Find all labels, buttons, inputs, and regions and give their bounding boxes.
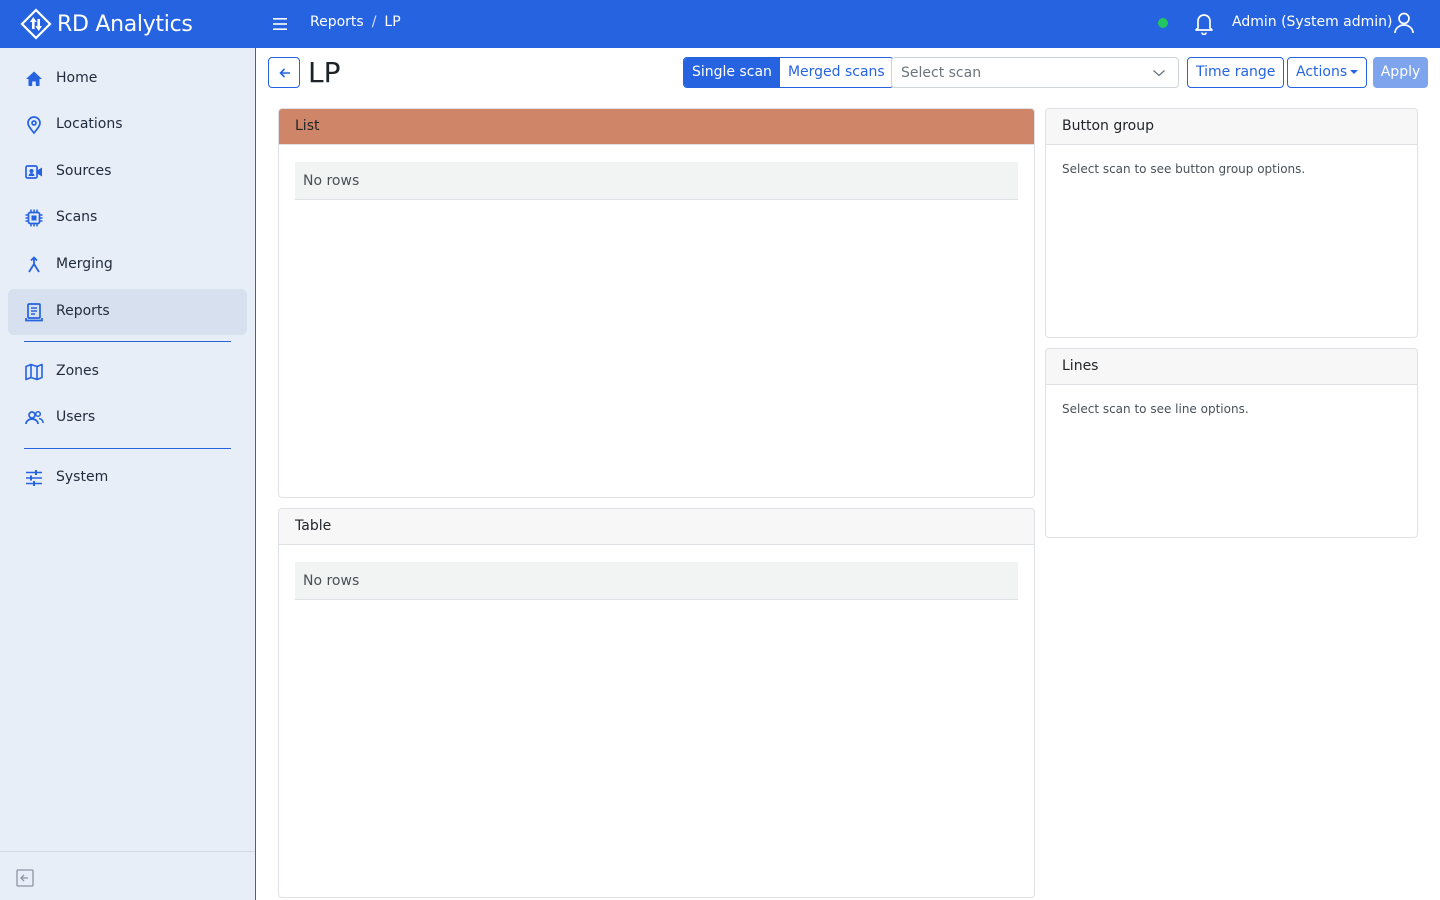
map-pin-icon [27, 116, 41, 135]
chevron-down-icon [1153, 70, 1165, 77]
menu-icon[interactable] [270, 14, 290, 34]
chip-icon [25, 209, 43, 227]
list-card-title: List [279, 109, 1034, 145]
brand-name: RD Analytics [57, 11, 193, 37]
sidebar-item-scans[interactable]: Scans [8, 195, 247, 241]
merge-icon [28, 256, 40, 273]
sidebar-item-users[interactable]: Users [8, 395, 247, 441]
sidebar: Home Locations Sources Scans Merging Rep… [0, 48, 256, 900]
sidebar-item-label: Scans [56, 209, 98, 225]
user-icon[interactable] [1393, 11, 1415, 35]
sidebar-item-label: Sources [56, 163, 112, 179]
sidebar-item-label: Zones [56, 363, 99, 379]
map-icon [25, 363, 43, 381]
report-icon [25, 303, 43, 322]
connection-status-dot [1158, 18, 1168, 28]
scan-mode-toggle: Single scan Merged scans [683, 57, 894, 88]
back-button[interactable] [268, 57, 300, 88]
table-card: Table No rows [278, 508, 1035, 898]
sidebar-item-reports[interactable]: Reports [8, 289, 247, 335]
sidebar-item-label: Home [56, 70, 98, 86]
breadcrumb: Reports / LP [310, 14, 401, 30]
arrow-left-icon [279, 68, 290, 78]
breadcrumb-separator: / [371, 14, 377, 30]
scan-select-placeholder: Select scan [901, 65, 982, 81]
button-group-card: Button group Select scan to see button g… [1045, 108, 1418, 338]
top-bar: RD Analytics Reports / LP Admin (System … [0, 0, 1440, 48]
breadcrumb-reports[interactable]: Reports [310, 14, 364, 30]
breadcrumb-current: LP [384, 14, 401, 30]
camera-icon [25, 165, 42, 179]
list-card: List No rows [278, 108, 1035, 498]
users-icon [25, 410, 44, 425]
caret-down-icon [1350, 70, 1359, 74]
time-range-button[interactable]: Time range [1187, 57, 1285, 88]
sidebar-item-merging[interactable]: Merging [8, 242, 247, 288]
lines-message: Select scan to see line options. [1062, 402, 1249, 416]
sidebar-item-locations[interactable]: Locations [8, 102, 247, 148]
table-empty-row: No rows [295, 562, 1018, 600]
lines-card-title: Lines [1046, 349, 1417, 385]
brand-logo-icon [20, 8, 52, 40]
bell-icon[interactable] [1193, 11, 1215, 35]
actions-dropdown[interactable]: Actions [1287, 57, 1368, 88]
user-name[interactable]: Admin (System admin) [1232, 14, 1393, 30]
list-empty-row: No rows [295, 162, 1018, 200]
lines-card: Lines Select scan to see line options. [1045, 348, 1418, 538]
sidebar-divider [24, 341, 231, 342]
sidebar-item-label: Locations [56, 116, 123, 132]
sidebar-item-sources[interactable]: Sources [8, 149, 247, 195]
page-title: LP [308, 56, 341, 89]
sidebar-item-label: Merging [56, 256, 113, 272]
button-group-message: Select scan to see button group options. [1062, 162, 1306, 176]
sidebar-item-system[interactable]: System [8, 455, 247, 501]
sidebar-item-label: Users [56, 409, 96, 425]
scan-select[interactable]: Select scan [891, 57, 1179, 88]
time-range-label: Time range [1196, 64, 1276, 80]
sidebar-footer [0, 851, 255, 900]
merged-scans-button[interactable]: Merged scans [779, 58, 893, 87]
collapse-sidebar-icon[interactable] [16, 869, 34, 887]
single-scan-button[interactable]: Single scan [684, 58, 780, 87]
sidebar-item-home[interactable]: Home [8, 56, 247, 102]
button-group-card-title: Button group [1046, 109, 1417, 145]
home-icon [26, 71, 42, 86]
brand[interactable]: RD Analytics [20, 8, 193, 40]
sidebar-item-zones[interactable]: Zones [8, 349, 247, 395]
apply-button[interactable]: Apply [1373, 57, 1428, 88]
table-card-title: Table [279, 509, 1034, 545]
sidebar-item-label: Reports [56, 303, 110, 319]
sliders-icon [26, 470, 42, 486]
sidebar-item-label: System [56, 469, 109, 485]
actions-label: Actions [1296, 64, 1348, 80]
sidebar-divider [24, 448, 231, 449]
